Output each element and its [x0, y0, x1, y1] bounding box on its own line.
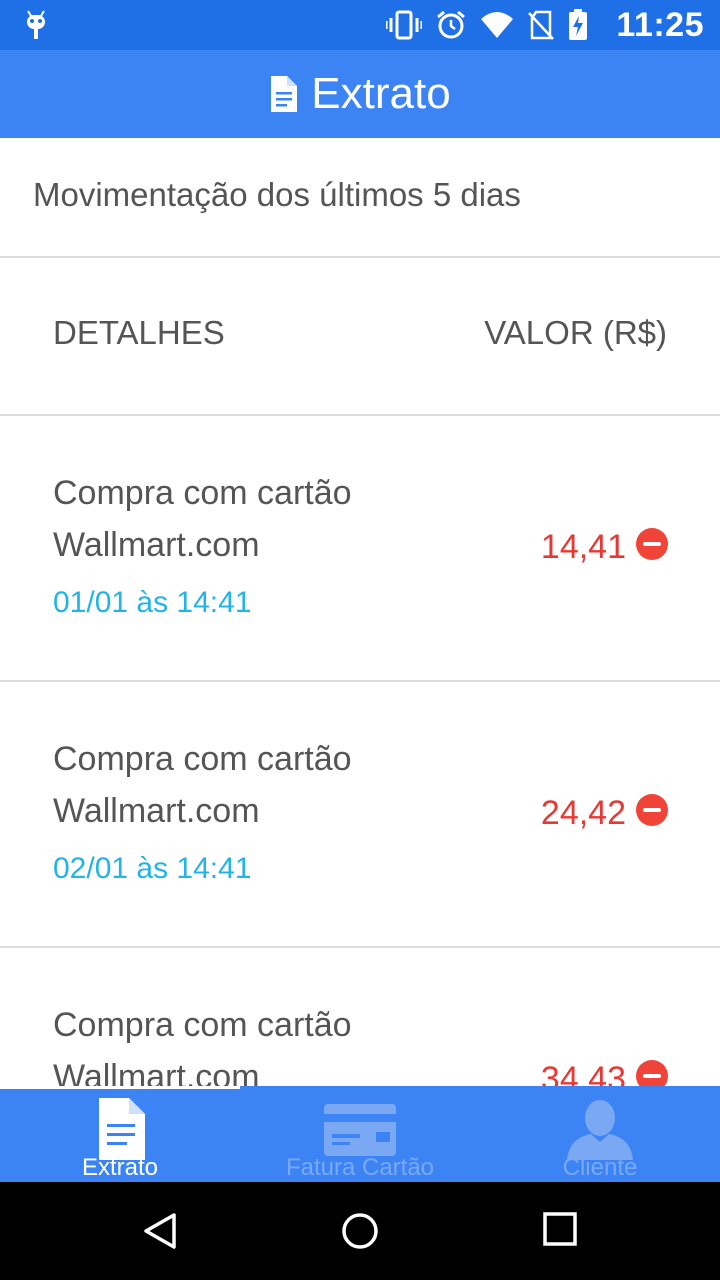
transaction-merchant: Wallmart.com: [53, 792, 260, 830]
statement-content[interactable]: Movimentação dos últimos 5 dias DETALHES…: [0, 138, 720, 1086]
transaction-description: Compra com cartão: [53, 740, 352, 778]
android-debug-icon: [27, 10, 45, 39]
tab-label: Cliente: [562, 1154, 638, 1181]
transaction-amount: 34,43: [540, 1060, 626, 1086]
table-header: DETALHES VALOR (R$): [0, 258, 720, 416]
statement-subtitle: Movimentação dos últimos 5 dias: [33, 176, 521, 213]
transaction-description: Compra com cartão: [53, 474, 352, 512]
transaction-date: 01/01 às 14:41: [53, 586, 252, 619]
subtitle-row: Movimentação dos últimos 5 dias: [0, 138, 720, 258]
system-navigation-bar: [0, 1182, 720, 1280]
no-sim-icon: [528, 10, 554, 40]
recents-icon[interactable]: [543, 1212, 577, 1246]
tab-cliente[interactable]: Cliente: [480, 1086, 720, 1182]
transaction-date: 02/01 às 14:41: [53, 852, 252, 885]
person-icon: [567, 1100, 633, 1160]
transaction-description: Compra com cartão: [53, 1006, 352, 1044]
app-bar: Extrato: [0, 50, 720, 138]
home-icon[interactable]: [341, 1212, 379, 1250]
battery-charging-icon: [569, 9, 587, 40]
details-column-header: DETALHES: [53, 314, 225, 351]
transaction-amount: 14,41: [540, 528, 626, 566]
minus-circle-icon: [636, 794, 668, 826]
transaction-row[interactable]: Compra com cartão Wallmart.com 01/01 às …: [0, 416, 720, 682]
value-column-header: VALOR (R$): [484, 314, 667, 351]
transaction-merchant: Wallmart.com: [53, 1058, 260, 1086]
status-clock: 11:25: [616, 6, 704, 44]
wifi-icon: [481, 12, 513, 38]
credit-card-icon: [324, 1104, 396, 1156]
back-icon[interactable]: [142, 1212, 178, 1250]
transaction-amount: 24,42: [540, 794, 626, 832]
tab-fatura-cartao[interactable]: Fatura Cartão: [240, 1086, 480, 1182]
alarm-icon: [437, 10, 465, 39]
transaction-row[interactable]: Compra com cartão Wallmart.com 34,43: [0, 948, 720, 1086]
document-icon: [271, 76, 298, 112]
tab-label: Fatura Cartão: [285, 1154, 435, 1181]
bottom-navigation: Extrato Fatura Cartão Cliente: [0, 1086, 720, 1182]
tab-extrato[interactable]: Extrato: [0, 1086, 240, 1182]
tab-label: Extrato: [81, 1154, 159, 1181]
document-icon: [99, 1098, 145, 1160]
page-title: Extrato: [311, 69, 451, 118]
transaction-merchant: Wallmart.com: [53, 526, 260, 564]
transaction-row[interactable]: Compra com cartão Wallmart.com 02/01 às …: [0, 682, 720, 948]
status-bar: 11:25: [0, 0, 720, 50]
minus-circle-icon: [636, 1060, 668, 1086]
vibrate-icon: [386, 10, 422, 40]
minus-circle-icon: [636, 528, 668, 560]
